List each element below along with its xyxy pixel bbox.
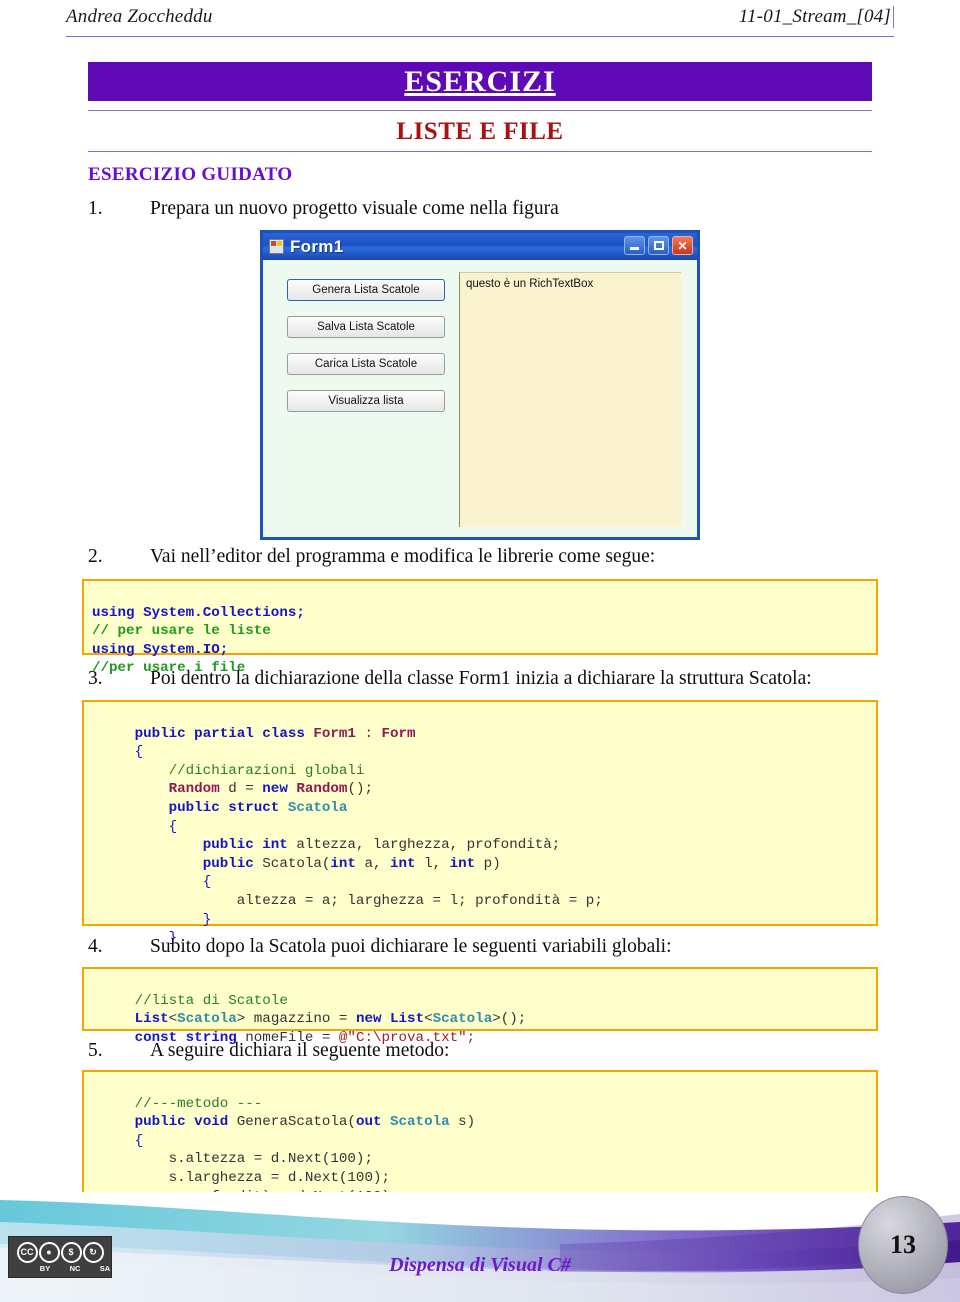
step-3-text: Poi dentro la dichiarazione della classe… [150, 668, 812, 689]
step-2-number: 2. [88, 546, 103, 567]
salva-lista-scatole-button[interactable]: Salva Lista Scatole [287, 316, 445, 338]
title-banner: ESERCIZI [88, 62, 872, 101]
close-icon: ✕ [677, 238, 688, 253]
section-label: ESERCIZIO GUIDATO [88, 164, 293, 185]
minimize-button[interactable] [624, 236, 645, 255]
step-2-text: Vai nell’editor del programma e modifica… [150, 546, 656, 567]
header-doc-code: 11-01_Stream_[04] [739, 6, 894, 28]
step-1-number: 1. [88, 198, 103, 219]
form-body: Genera Lista Scatole Salva Lista Scatole… [263, 260, 697, 537]
footer-background [0, 1192, 960, 1302]
step-4: 4. Subito dopo la Scatola puoi dichiarar… [88, 936, 878, 958]
page-number: 13 [858, 1196, 948, 1294]
step-1-text: Prepara un nuovo progetto visuale come n… [150, 198, 559, 219]
form-window-title: Form1 [290, 236, 344, 256]
step-4-number: 4. [88, 936, 103, 957]
form-app-icon [269, 239, 284, 254]
document-page: Andrea Zoccheddu 11-01_Stream_[04] ESERC… [0, 0, 960, 1302]
maximize-button[interactable] [648, 236, 669, 255]
step-3: 3. Poi dentro la dichiarazione della cla… [88, 668, 878, 690]
richtextbox[interactable]: questo è un RichTextBox [459, 272, 681, 527]
banner-title: ESERCIZI [404, 64, 556, 98]
document-footer: CC ● $ ↻ .. BY NC SA Dispensa di Visual … [0, 1192, 960, 1302]
footer-title: Dispensa di Visual C# [389, 1254, 571, 1276]
divider-bottom [88, 151, 872, 152]
step-5: 5. A seguire dichiara il seguente metodo… [88, 1040, 878, 1062]
form-screenshot: Form1 ✕ Genera Lista Scatole Salva Lista… [260, 230, 700, 540]
carica-lista-scatole-button[interactable]: Carica Lista Scatole [287, 353, 445, 375]
step-2: 2. Vai nell’editor del programma e modif… [88, 546, 872, 568]
visualizza-lista-button[interactable]: Visualizza lista [287, 390, 445, 412]
step-3-number: 3. [88, 668, 103, 689]
genera-lista-scatole-button[interactable]: Genera Lista Scatole [287, 279, 445, 301]
code-block-globals: //lista di Scatole List<Scatola> magazzi… [82, 967, 878, 1046]
step-1: 1. Prepara un nuovo progetto visuale com… [88, 198, 872, 220]
footer-decoration-icon [0, 1192, 960, 1302]
document-header: Andrea Zoccheddu 11-01_Stream_[04] [66, 6, 894, 37]
header-author: Andrea Zoccheddu [66, 6, 213, 27]
code-block-class-struct: public partial class Form1 : Form { //di… [82, 700, 878, 946]
divider-top [88, 110, 872, 111]
step-5-number: 5. [88, 1040, 103, 1061]
step-4-text: Subito dopo la Scatola puoi dichiarare l… [150, 936, 672, 957]
page-subtitle: LISTE E FILE [396, 118, 564, 145]
minimize-icon [630, 247, 639, 250]
close-button[interactable]: ✕ [672, 236, 693, 255]
code-block-method: //---metodo --- public void GeneraScatol… [82, 1070, 878, 1223]
code-block-libraries: using System.Collections; // per usare l… [82, 579, 878, 676]
form-titlebar: Form1 ✕ [263, 233, 697, 260]
maximize-icon [653, 241, 664, 250]
window-controls: ✕ [624, 236, 693, 255]
step-5-text: A seguire dichiara il seguente metodo: [150, 1040, 450, 1061]
